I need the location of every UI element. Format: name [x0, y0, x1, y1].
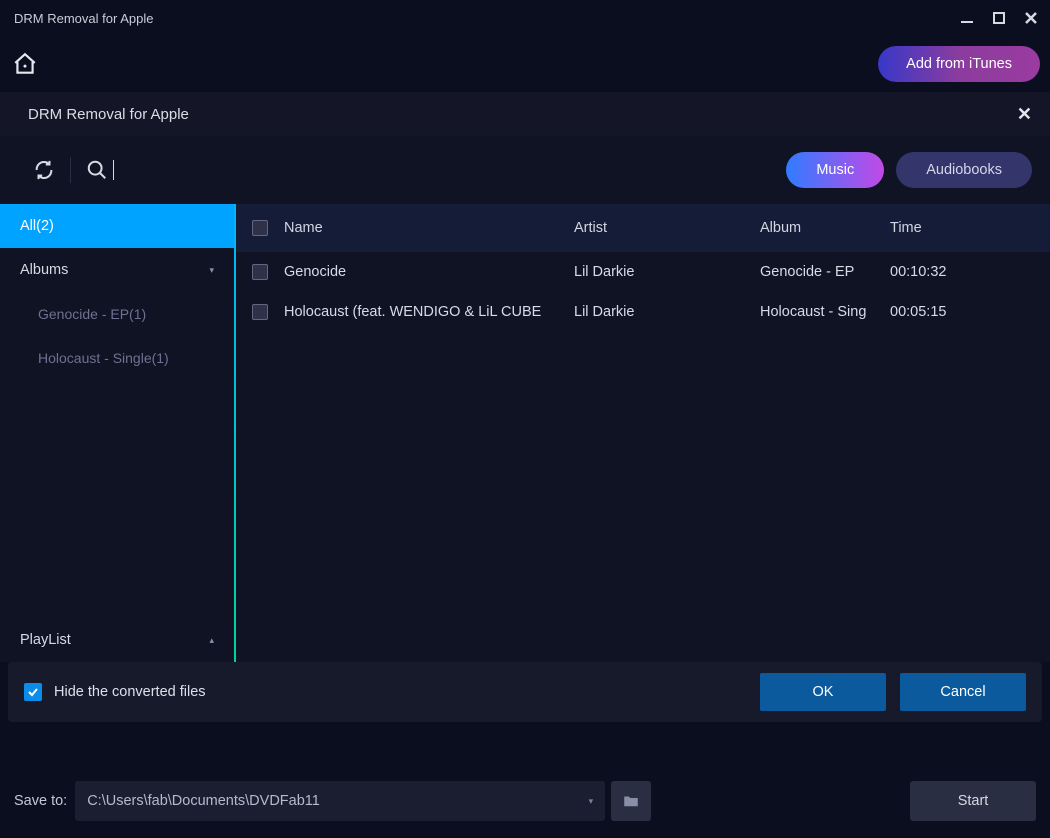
sidebar-item-playlist[interactable]: PlayList ▴ — [0, 618, 234, 662]
cell-name: Holocaust (feat. WENDIGO & LiL CUBE — [284, 304, 574, 320]
home-icon[interactable] — [10, 49, 40, 79]
select-all-checkbox[interactable] — [252, 220, 268, 236]
maximize-icon[interactable] — [990, 9, 1008, 27]
cell-time: 00:10:32 — [890, 264, 990, 280]
row-checkbox[interactable] — [252, 264, 268, 280]
cell-name: Genocide — [284, 264, 574, 280]
cancel-button[interactable]: Cancel — [900, 673, 1026, 711]
search-cursor — [113, 160, 114, 180]
col-album[interactable]: Album — [760, 220, 890, 236]
window-controls — [958, 9, 1040, 27]
search-icon[interactable] — [81, 154, 113, 186]
toolbar: Music Audiobooks — [0, 136, 1050, 204]
table-row[interactable]: Holocaust (feat. WENDIGO & LiL CUBE Lil … — [236, 292, 1050, 332]
col-time[interactable]: Time — [890, 220, 990, 236]
top-row: Add from iTunes — [0, 36, 1050, 92]
sidebar-album-item[interactable]: Genocide - EP(1) — [0, 292, 234, 336]
sidebar-playlist-label: PlayList — [20, 632, 71, 648]
save-path-text: C:\Users\fab\Documents\DVDFab11 — [87, 793, 320, 809]
table-header: Name Artist Album Time — [236, 204, 1050, 252]
sidebar-album-item[interactable]: Holocaust - Single(1) — [0, 336, 234, 380]
panel-header: DRM Removal for Apple ✕ — [0, 92, 1050, 136]
chevron-down-icon: ▾ — [209, 265, 214, 276]
cell-artist: Lil Darkie — [574, 304, 760, 320]
save-to-label: Save to: — [14, 793, 67, 809]
app-title: DRM Removal for Apple — [10, 11, 153, 26]
bottom-bar: Hide the converted files OK Cancel — [8, 662, 1042, 722]
col-name[interactable]: Name — [284, 220, 574, 236]
tab-audiobooks[interactable]: Audiobooks — [896, 152, 1032, 188]
panel-close-icon[interactable]: ✕ — [1017, 104, 1032, 125]
title-bar: DRM Removal for Apple — [0, 0, 1050, 36]
sidebar-all-label: All(2) — [20, 218, 54, 234]
search-input[interactable] — [118, 162, 238, 178]
panel-title: DRM Removal for Apple — [28, 106, 189, 123]
cell-time: 00:05:15 — [890, 304, 990, 320]
row-checkbox[interactable] — [252, 304, 268, 320]
hide-converted-label: Hide the converted files — [54, 684, 206, 700]
hide-converted-checkbox[interactable] — [24, 683, 42, 701]
sidebar-item-albums[interactable]: Albums ▾ — [0, 248, 234, 292]
chevron-down-icon: ▾ — [589, 796, 594, 807]
cell-album: Holocaust - Sing — [760, 304, 890, 320]
chevron-up-icon: ▴ — [209, 635, 214, 646]
media-tabs: Music Audiobooks — [786, 152, 1032, 188]
divider — [70, 157, 71, 183]
browse-folder-button[interactable] — [611, 781, 651, 821]
main-area: All(2) Albums ▾ Genocide - EP(1) Holocaus… — [0, 204, 1050, 662]
refresh-icon[interactable] — [28, 154, 60, 186]
col-artist[interactable]: Artist — [574, 220, 760, 236]
start-button[interactable]: Start — [910, 781, 1036, 821]
sidebar-albums-label: Albums — [20, 262, 68, 278]
minimize-icon[interactable] — [958, 9, 976, 27]
footer: Save to: C:\Users\fab\Documents\DVDFab11… — [0, 778, 1050, 824]
ok-button[interactable]: OK — [760, 673, 886, 711]
cell-artist: Lil Darkie — [574, 264, 760, 280]
close-icon[interactable] — [1022, 9, 1040, 27]
save-path-dropdown[interactable]: C:\Users\fab\Documents\DVDFab11 ▾ — [75, 781, 605, 821]
sidebar-item-all[interactable]: All(2) — [0, 204, 234, 248]
add-from-itunes-button[interactable]: Add from iTunes — [878, 46, 1040, 82]
cell-album: Genocide - EP — [760, 264, 890, 280]
tab-music[interactable]: Music — [786, 152, 884, 188]
table: Name Artist Album Time Genocide Lil Dark… — [236, 204, 1050, 662]
sidebar: All(2) Albums ▾ Genocide - EP(1) Holocaus… — [0, 204, 236, 662]
table-row[interactable]: Genocide Lil Darkie Genocide - EP 00:10:… — [236, 252, 1050, 292]
